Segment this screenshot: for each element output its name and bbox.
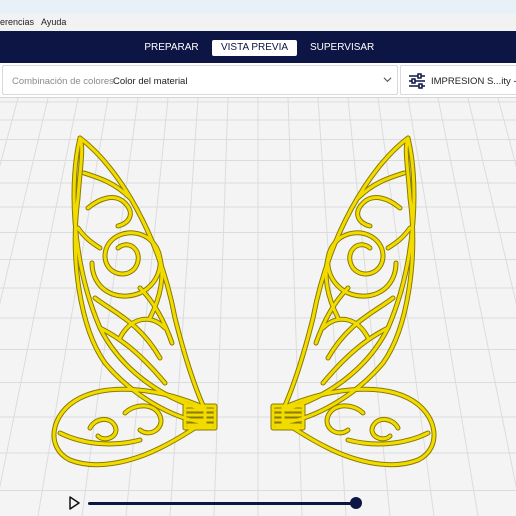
color-scheme-value: Color del material	[113, 76, 188, 87]
simulation-controls	[66, 495, 366, 511]
window-titlebar	[0, 0, 516, 14]
3d-viewport[interactable]	[0, 98, 516, 516]
menu-item-preferences[interactable]: erencias	[0, 17, 34, 27]
color-scheme-label: Combinación de colores	[12, 76, 114, 87]
stage-menu: PREPARAR VISTA PREVIA SUPERVISAR	[0, 31, 516, 63]
menu-bar: erencias Ayuda	[0, 14, 516, 31]
view-toolbar: Combinación de colores Color del materia…	[0, 63, 516, 98]
tab-preview[interactable]: VISTA PREVIA	[212, 40, 297, 56]
color-scheme-selector[interactable]: Combinación de colores Color del materia…	[2, 65, 398, 95]
chevron-down-icon	[383, 77, 392, 83]
wings-model[interactable]	[0, 98, 516, 516]
print-settings-button[interactable]: IMPRESION S...ity - 0.2	[400, 65, 516, 95]
layer-progress-track[interactable]	[88, 502, 356, 505]
play-icon[interactable]	[66, 495, 82, 511]
settings-sliders-icon	[409, 73, 425, 89]
layer-progress-handle[interactable]	[350, 497, 362, 509]
tab-prepare[interactable]: PREPARAR	[144, 40, 199, 56]
tab-monitor[interactable]: SUPERVISAR	[310, 40, 374, 56]
print-settings-label: IMPRESION S...ity - 0.2	[431, 76, 516, 87]
menu-item-help[interactable]: Ayuda	[41, 17, 66, 27]
